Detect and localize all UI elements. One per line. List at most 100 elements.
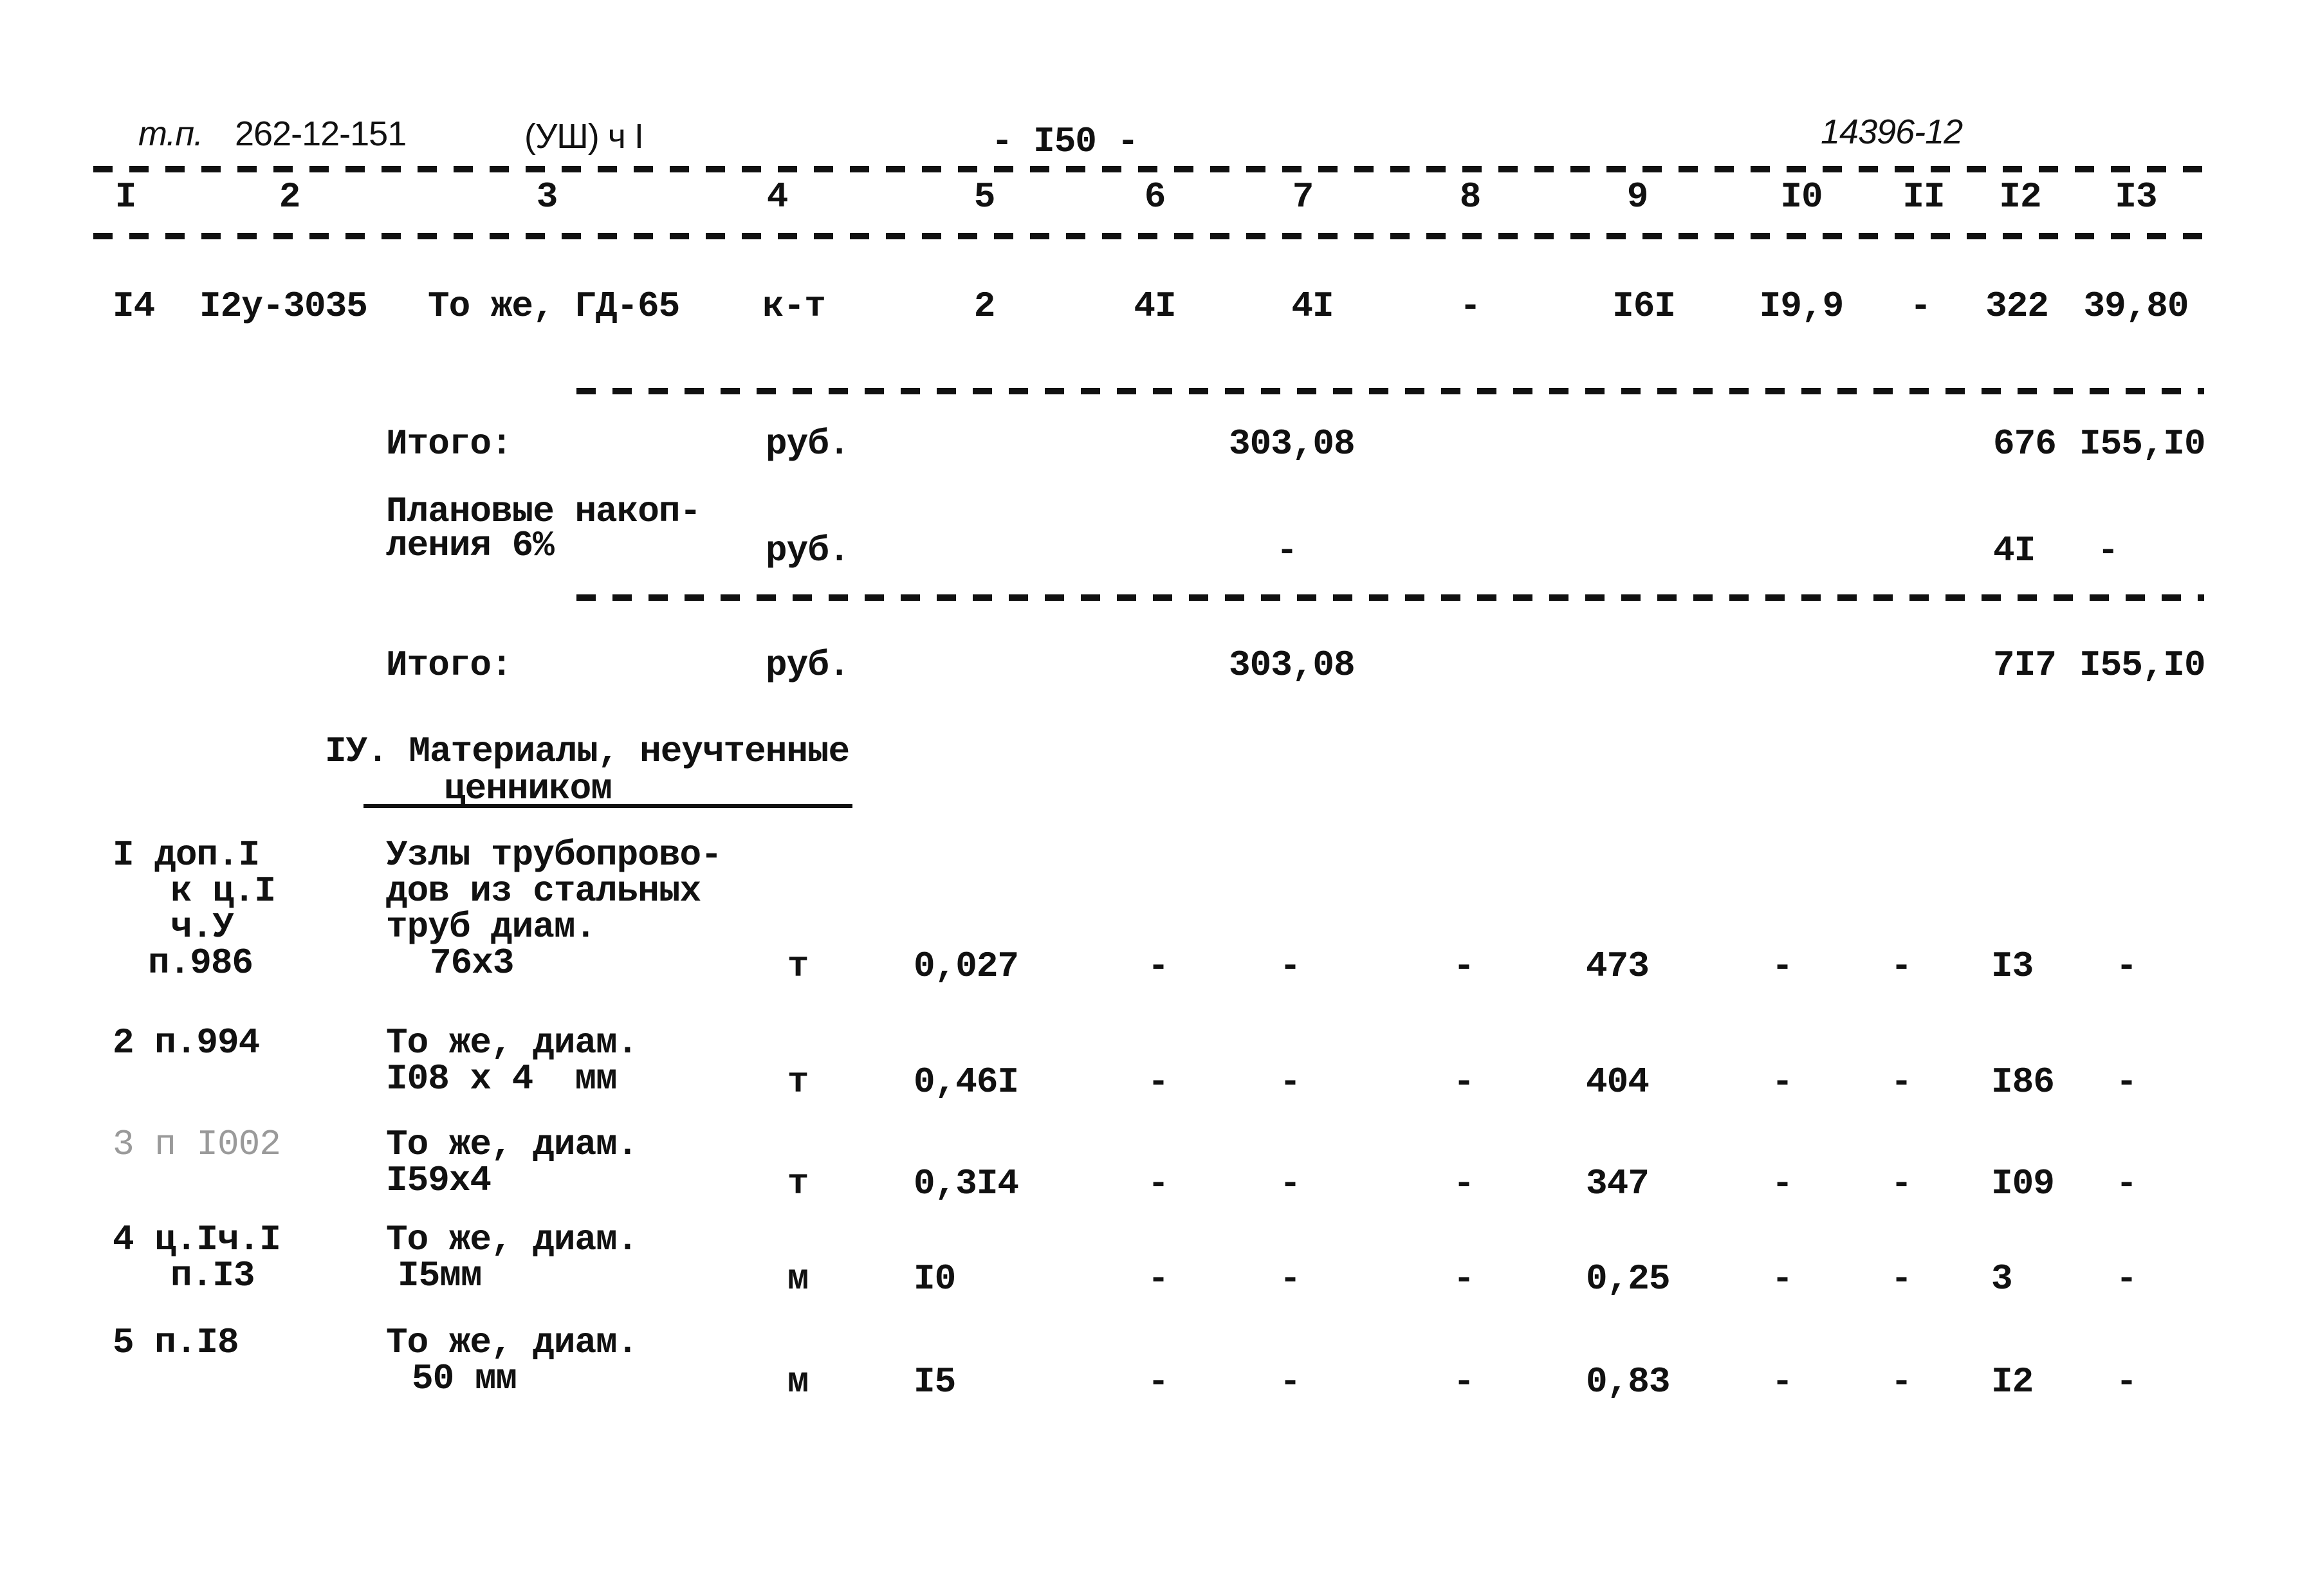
cell-c10: - — [1771, 1258, 1794, 1299]
cell-description: То же, диам. — [386, 1322, 638, 1363]
cell-code: I2у-3035 — [199, 286, 368, 327]
project-code: 262-12-151 — [235, 115, 407, 153]
cell-reference: 2 п.994 — [113, 1022, 260, 1063]
column-number: 3 — [536, 176, 558, 217]
cell-c12: I86 — [1991, 1061, 2055, 1103]
cell-c9: 473 — [1586, 946, 1650, 987]
cell-reference: к ц.I — [170, 870, 276, 912]
cell-number: I4 — [113, 286, 155, 327]
cell-c10: - — [1771, 1163, 1794, 1204]
cell-c11: - — [1890, 946, 1913, 987]
grand-total-label: Итого: — [386, 645, 513, 686]
cell-description: То же, диам. — [386, 1124, 638, 1165]
total-label: Итого: — [386, 423, 513, 464]
cell-c9: I6I — [1612, 286, 1676, 327]
header-divider-top — [93, 166, 2203, 172]
cell-reference: 4 ц.Iч.I — [113, 1219, 281, 1260]
cell-unit: т — [787, 946, 809, 987]
cell-c7: 4I — [1291, 286, 1334, 327]
cell-c10: - — [1771, 1061, 1794, 1103]
cell-reference: п.986 — [148, 942, 253, 984]
cell-description: 50 мм — [412, 1358, 517, 1399]
planned-c7: - — [1276, 530, 1298, 571]
page-number: - I50 - — [991, 121, 1139, 162]
cell-c11: - — [1890, 1061, 1913, 1103]
cell-description: I59х4 — [386, 1160, 492, 1201]
planned-unit: руб. — [766, 530, 850, 571]
cell-reference: п.I3 — [170, 1255, 255, 1296]
archive-number: 14396-12 — [1821, 113, 1963, 151]
column-number: I3 — [2115, 176, 2157, 217]
total-c7: 303,08 — [1229, 423, 1356, 464]
cell-c5: 0,027 — [914, 946, 1019, 987]
cell-unit: т — [787, 1163, 809, 1204]
planned-c13: - — [2097, 530, 2119, 571]
cell-c8: - — [1453, 1361, 1475, 1402]
cell-c7: - — [1279, 1061, 1302, 1103]
cell-c9: 0,25 — [1586, 1258, 1670, 1299]
cell-reference: ч.У — [170, 906, 234, 948]
section-label: (УШ) ч I — [524, 117, 644, 156]
cell-c12: 322 — [1985, 286, 2049, 327]
column-number: II — [1902, 176, 1945, 217]
column-number: I0 — [1780, 176, 1823, 217]
cell-c8: - — [1453, 1258, 1475, 1299]
cell-c8: - — [1459, 286, 1482, 327]
column-number: 8 — [1459, 176, 1482, 217]
cell-c8: - — [1453, 1061, 1475, 1103]
cell-unit: м — [787, 1361, 809, 1402]
cell-c10: - — [1771, 1361, 1794, 1402]
cell-c13: - — [2115, 1361, 2138, 1402]
total-c13: I55,I0 — [2079, 423, 2206, 464]
column-number: 9 — [1626, 176, 1649, 217]
cell-c12: I3 — [1991, 946, 2034, 987]
planned-label-line2: ления 6% — [386, 525, 555, 566]
cell-c11: - — [1890, 1258, 1913, 1299]
cell-c8: - — [1453, 946, 1475, 987]
planned-c12: 4I — [1993, 530, 2036, 571]
column-number: I2 — [1999, 176, 2041, 217]
cell-c5: I5 — [914, 1361, 956, 1402]
header-divider-bottom — [93, 233, 2203, 239]
cell-c6: 4I — [1134, 286, 1176, 327]
section-heading-underline — [363, 804, 852, 808]
cell-c9: 0,83 — [1586, 1361, 1670, 1402]
column-number: 4 — [766, 176, 789, 217]
cell-c13: - — [2115, 1061, 2138, 1103]
cell-description: труб диам. — [386, 906, 596, 948]
cell-c6: - — [1147, 1361, 1170, 1402]
cell-c9: 347 — [1586, 1163, 1650, 1204]
grand-total-c13: I55,I0 — [2079, 645, 2206, 686]
cell-c6: - — [1147, 946, 1170, 987]
cell-c8: - — [1453, 1163, 1475, 1204]
column-number: I — [115, 176, 137, 217]
cell-c5: I0 — [914, 1258, 956, 1299]
column-number: 7 — [1292, 176, 1314, 217]
cell-c13: - — [2115, 1163, 2138, 1204]
cell-c10: I9,9 — [1759, 286, 1844, 327]
cell-reference: 5 п.I8 — [113, 1322, 239, 1363]
cell-c10: - — [1771, 946, 1794, 987]
cell-description: Узлы трубопрово- — [386, 834, 722, 876]
cell-c6: - — [1147, 1258, 1170, 1299]
cell-description: То же, диам. — [386, 1219, 638, 1260]
cell-c7: - — [1279, 1361, 1302, 1402]
cell-c7: - — [1279, 1163, 1302, 1204]
grand-total-divider — [576, 594, 2204, 601]
section-heading-line1: IУ. Материалы, неучтенные — [325, 731, 850, 772]
column-number: 2 — [279, 176, 301, 217]
cell-unit: к-т — [762, 286, 826, 327]
grand-total-c12: 7I7 — [1993, 645, 2057, 686]
total-unit: руб. — [766, 423, 850, 464]
cell-c7: - — [1279, 1258, 1302, 1299]
cell-unit: т — [787, 1061, 809, 1103]
cell-unit: м — [787, 1258, 809, 1299]
cell-reference: 3 п I002 — [113, 1124, 281, 1165]
cell-c5: 0,46I — [914, 1061, 1019, 1103]
cell-c11: - — [1890, 1361, 1913, 1402]
cell-c7: - — [1279, 946, 1302, 987]
cell-c12: I2 — [1991, 1361, 2034, 1402]
cell-description: дов из стальных — [386, 870, 701, 912]
total-c12: 676 — [1993, 423, 2057, 464]
grand-total-c7: 303,08 — [1229, 645, 1356, 686]
